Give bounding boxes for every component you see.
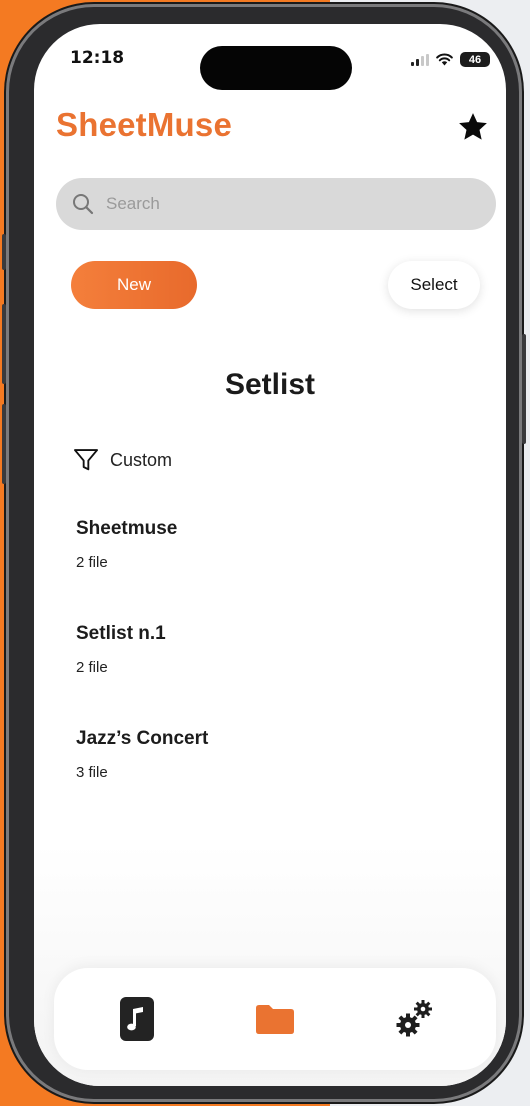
mute-switch xyxy=(2,234,6,270)
volume-up-button xyxy=(2,304,6,384)
new-button[interactable]: New xyxy=(71,261,197,309)
favorites-button[interactable] xyxy=(456,110,490,144)
tab-sheets[interactable] xyxy=(112,994,162,1044)
status-icons: 46 xyxy=(411,52,490,67)
music-note-icon xyxy=(120,997,154,1041)
tab-setlists[interactable] xyxy=(250,994,300,1044)
battery-indicator: 46 xyxy=(460,52,490,67)
sort-filter-button[interactable]: Custom xyxy=(72,446,172,474)
wifi-icon xyxy=(436,53,453,66)
cellular-signal-icon xyxy=(411,53,429,66)
setlist-name: Jazz’s Concert xyxy=(76,728,209,749)
setlist-name: Sheetmuse xyxy=(76,518,178,539)
app-title: SheetMuse xyxy=(56,106,233,143)
star-icon xyxy=(459,113,487,140)
tab-settings[interactable] xyxy=(390,994,440,1044)
dynamic-island xyxy=(200,46,352,90)
setlist-file-count: 2 file xyxy=(76,659,108,676)
status-time: 12:18 xyxy=(70,48,125,68)
filter-icon xyxy=(73,449,99,471)
section-title: Setlist xyxy=(224,368,316,401)
setlist-file-count: 3 file xyxy=(76,764,108,781)
gears-icon xyxy=(396,1000,432,1037)
setlist-item[interactable]: Setlist n.1 2 file xyxy=(76,623,166,676)
setlist-item[interactable]: Jazz’s Concert 3 file xyxy=(76,728,208,781)
search-bar[interactable] xyxy=(56,178,496,230)
folder-icon xyxy=(256,1005,294,1034)
search-input[interactable] xyxy=(104,193,468,215)
phone-frame: 12:18 46 SheetMuse Search New Select Set… xyxy=(2,4,526,1102)
app-screen: 12:18 46 SheetMuse Search New Select Set… xyxy=(34,24,506,1086)
volume-down-button xyxy=(2,404,6,484)
search-icon xyxy=(73,194,94,215)
setlist-name: Setlist n.1 xyxy=(76,623,166,644)
setlist-item[interactable]: Sheetmuse 2 file xyxy=(76,518,177,571)
tab-bar xyxy=(54,968,496,1070)
filter-label: Custom xyxy=(110,449,173,470)
select-button[interactable]: Select xyxy=(388,261,480,309)
setlist-file-count: 2 file xyxy=(76,554,108,571)
power-button xyxy=(522,334,526,444)
